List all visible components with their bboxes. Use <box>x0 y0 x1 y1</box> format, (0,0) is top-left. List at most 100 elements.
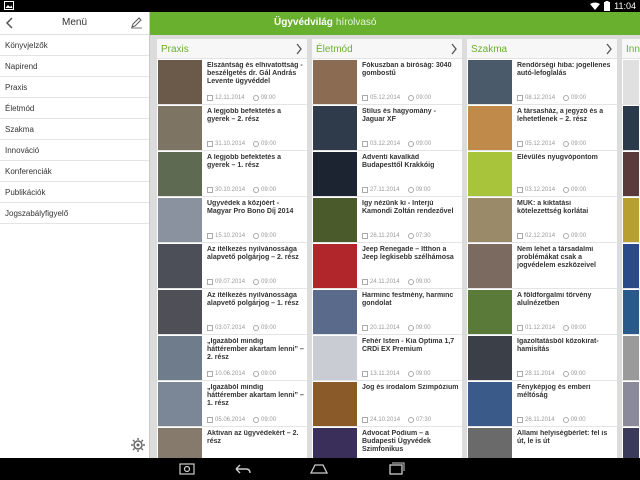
article-card[interactable]: Fókuszban a bíróság: 3040 gombostű 05.12.… <box>312 59 462 105</box>
column-header[interactable]: Szakma <box>467 39 617 59</box>
article-card[interactable] <box>622 289 640 335</box>
menu-item-konferenciak[interactable]: Konferenciák <box>0 161 149 182</box>
article-thumbnail <box>623 198 639 242</box>
article-card[interactable] <box>622 59 640 105</box>
calendar-icon <box>517 95 523 101</box>
edit-icon[interactable] <box>130 16 143 29</box>
article-date: 24.11.2014 <box>370 279 400 285</box>
article-card[interactable] <box>622 197 640 243</box>
article-meta: 20.11.2014 09:00 <box>362 325 459 331</box>
article-card[interactable]: Így nézünk ki - Interjú Kamondi Zoltán r… <box>312 197 462 243</box>
clock-icon <box>253 417 260 423</box>
clock-icon <box>407 371 414 377</box>
chevron-right-icon[interactable] <box>450 43 458 55</box>
article-card[interactable]: „Igazából mindig háttérember akartam len… <box>157 381 307 427</box>
article-card[interactable]: Fehér Isten - Kia Optima 1,7 CRDi EX Pre… <box>312 335 462 381</box>
article-card[interactable]: Nem lehet a társadalmi problémákat csak … <box>467 243 617 289</box>
article-card[interactable] <box>622 427 640 458</box>
article-card[interactable]: Aktivan az ügyvédekért – 2. rész <box>157 427 307 458</box>
article-thumbnail <box>313 382 357 426</box>
article-date: 24.10.2014 <box>370 417 401 423</box>
article-thumbnail <box>158 428 202 458</box>
menu-item-praxis[interactable]: Praxis <box>0 77 149 98</box>
navigation-bar <box>0 458 640 480</box>
clock-icon <box>253 233 260 239</box>
article-card[interactable]: A legjobb befektetés a gyerek – 1. rész 3… <box>157 151 307 197</box>
home-icon[interactable] <box>310 461 328 477</box>
article-title: Nem lehet a társadalmi problémákat csak … <box>517 246 596 269</box>
article-thumbnail <box>623 382 639 426</box>
column-header[interactable]: Életmód <box>312 39 462 59</box>
article-list: Rendőrségi hiba: jogellenes autó-lefogla… <box>467 59 617 458</box>
article-card[interactable]: Jeep Renegade – Itthon a Jeep legkisebb … <box>312 243 462 289</box>
calendar-icon <box>517 187 523 193</box>
recent-apps-icon[interactable] <box>387 461 405 477</box>
article-date: 20.11.2014 <box>370 325 400 331</box>
chevron-right-icon[interactable] <box>605 43 613 55</box>
article-card[interactable] <box>622 381 640 427</box>
article-thumbnail <box>468 336 512 380</box>
article-card[interactable]: A legjobb befektetés a gyerek – 2. rész 3… <box>157 105 307 151</box>
article-title: Advocat Podium – a Budapesti Ügyvédek Sz… <box>362 430 431 453</box>
article-meta: 10.06.2014 09:00 <box>207 371 304 377</box>
article-card[interactable]: Igazoltatásból közokirat-hamisítás 28.11.… <box>467 335 617 381</box>
article-time: 09:00 <box>571 141 587 147</box>
calendar-icon <box>362 417 368 423</box>
article-card[interactable]: Az ítélkezés nyilvánossága alapvető polg… <box>157 289 307 335</box>
article-card[interactable]: MÜK: a kiktatási kötelezettség korlátai 0… <box>467 197 617 243</box>
calendar-icon <box>517 417 523 423</box>
article-card[interactable] <box>622 335 640 381</box>
back-nav-icon[interactable] <box>234 461 252 477</box>
article-card[interactable] <box>622 151 640 197</box>
menu-item-napirend[interactable]: Napirend <box>0 56 149 77</box>
article-title: „Igazából mindig háttérember akartam len… <box>207 384 304 407</box>
column-header[interactable]: Praxis <box>157 39 307 59</box>
article-card[interactable]: Állami helyiségbérlet: fel is út, le is … <box>467 427 617 458</box>
article-card[interactable]: Advocat Podium – a Budapesti Ügyvédek Sz… <box>312 427 462 458</box>
article-card[interactable] <box>622 105 640 151</box>
article-card[interactable]: Fényképjog és emberi méltóság 26.11.2014 0… <box>467 381 617 427</box>
menu-item-konyvjelzok[interactable]: Könyvjelzők <box>0 35 149 56</box>
article-time: 09:00 <box>261 371 277 377</box>
article-date: 09.07.2014 <box>215 279 246 285</box>
article-thumbnail <box>468 60 512 104</box>
article-card[interactable]: Elszántság és elhivatottság - beszélgeté… <box>157 59 307 105</box>
article-card[interactable]: A társasház, a jegyző és a lehetetlenek … <box>467 105 617 151</box>
article-meta: 24.11.2014 09:00 <box>362 279 459 285</box>
article-thumbnail <box>468 198 512 242</box>
chevron-right-icon[interactable] <box>295 43 303 55</box>
article-thumbnail <box>313 244 357 288</box>
article-title: Fehér Isten - Kia Optima 1,7 CRDi EX Pre… <box>362 338 455 353</box>
article-card[interactable]: Rendőrségi hiba: jogellenes autó-lefogla… <box>467 59 617 105</box>
menu-item-innovacio[interactable]: Innováció <box>0 140 149 161</box>
screenshot-icon[interactable] <box>178 461 196 477</box>
calendar-icon <box>362 233 368 239</box>
article-thumbnail <box>313 152 357 196</box>
drawer-title: Menü <box>61 17 87 28</box>
column-innovacio: Inno <box>622 39 640 458</box>
article-card[interactable]: Az ítélkezés nyilvánossága alapvető polg… <box>157 243 307 289</box>
settings-gear-icon[interactable] <box>131 438 145 452</box>
article-title: Harminc festmény, harminc gondolat <box>362 292 454 307</box>
menu-item-eletmod[interactable]: Életmód <box>0 98 149 119</box>
article-card[interactable]: A földforgalmi törvény alulnézetben 01.12… <box>467 289 617 335</box>
menu-item-jogszabalyfigyelo[interactable]: Jogszabályfigyelő <box>0 203 149 224</box>
column-header[interactable]: Inno <box>622 39 640 59</box>
article-card[interactable]: Harminc festmény, harminc gondolat 20.11.… <box>312 289 462 335</box>
clock-icon <box>253 325 260 331</box>
menu-item-publikaciok[interactable]: Publikációk <box>0 182 149 203</box>
clock-icon <box>562 371 569 377</box>
article-date: 03.12.2014 <box>370 141 401 147</box>
article-card[interactable] <box>622 243 640 289</box>
article-meta: 12.11.2014 09:00 <box>207 95 304 101</box>
article-card[interactable]: „Igazából mindig háttérember akartam len… <box>157 335 307 381</box>
article-card[interactable]: Adventi kavalkád Budapesttől Krakkóig 27.… <box>312 151 462 197</box>
article-title: Ügyvédek a közjóért - Magyar Pro Bono Dí… <box>207 200 294 215</box>
article-time: 09:00 <box>415 371 431 377</box>
article-meta: 01.12.2014 09:00 <box>517 325 614 331</box>
article-card[interactable]: Jog és irodalom Szimpózium 24.10.2014 07:3… <box>312 381 462 427</box>
article-card[interactable]: Stílus és hagyomány - Jaguar XF 03.12.201… <box>312 105 462 151</box>
menu-item-szakma[interactable]: Szakma <box>0 119 149 140</box>
article-card[interactable]: Elévülés nyugvópontom 03.12.2014 09:00 <box>467 151 617 197</box>
article-card[interactable]: Ügyvédek a közjóért - Magyar Pro Bono Dí… <box>157 197 307 243</box>
